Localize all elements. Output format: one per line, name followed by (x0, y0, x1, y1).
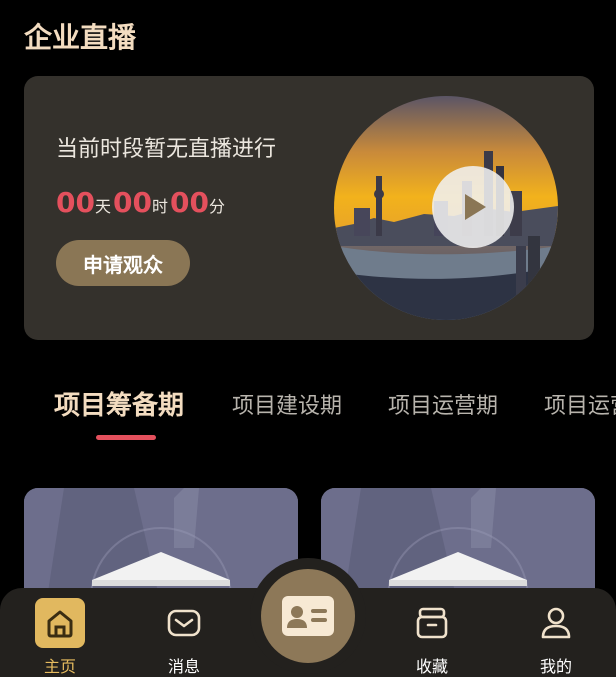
countdown-minutes-unit: 分 (208, 197, 225, 216)
center-id-card-button[interactable] (250, 558, 366, 674)
live-card: 当前时段暂无直播进行 00 天 00 时 00 分 申请观众 (24, 76, 594, 340)
nav-home-label: 主页 (43, 657, 76, 676)
countdown-days: 00 (56, 186, 95, 219)
tab-project-preparation[interactable]: 项目筹备期 (54, 388, 184, 422)
archive-icon (407, 598, 457, 648)
play-icon (465, 194, 486, 220)
countdown: 00 天 00 时 00 分 (56, 186, 227, 219)
play-button[interactable] (432, 166, 514, 248)
nav-favorites[interactable]: 收藏 (387, 588, 477, 677)
nav-messages-label: 消息 (167, 657, 200, 676)
countdown-days-unit: 天 (94, 197, 111, 216)
tab-project-construction[interactable]: 项目建设期 (232, 388, 342, 420)
tab-project-operation[interactable]: 项目运营期 (388, 388, 498, 420)
nav-favorites-label: 收藏 (415, 657, 448, 676)
user-icon (531, 598, 581, 648)
nav-messages[interactable]: 消息 (139, 588, 229, 677)
page-title: 企业直播 (24, 21, 137, 54)
countdown-hours: 00 (112, 186, 152, 219)
nav-home[interactable]: 主页 (15, 588, 105, 677)
countdown-minutes: 00 (169, 186, 209, 219)
home-icon (35, 598, 85, 648)
countdown-hours-unit: 时 (151, 197, 168, 216)
message-icon (159, 598, 209, 648)
active-tab-indicator (96, 435, 156, 440)
project-phase-tabs: 项目筹备期 项目建设期 项目运营期 项目运营期 (0, 388, 616, 448)
tab-project-more[interactable]: 项目运营期 (544, 388, 616, 420)
nav-profile-label: 我的 (539, 657, 572, 676)
nav-profile[interactable]: 我的 (511, 588, 601, 677)
apply-audience-button[interactable]: 申请观众 (56, 240, 190, 286)
id-card-icon (282, 596, 334, 636)
live-status-text: 当前时段暂无直播进行 (56, 137, 277, 162)
